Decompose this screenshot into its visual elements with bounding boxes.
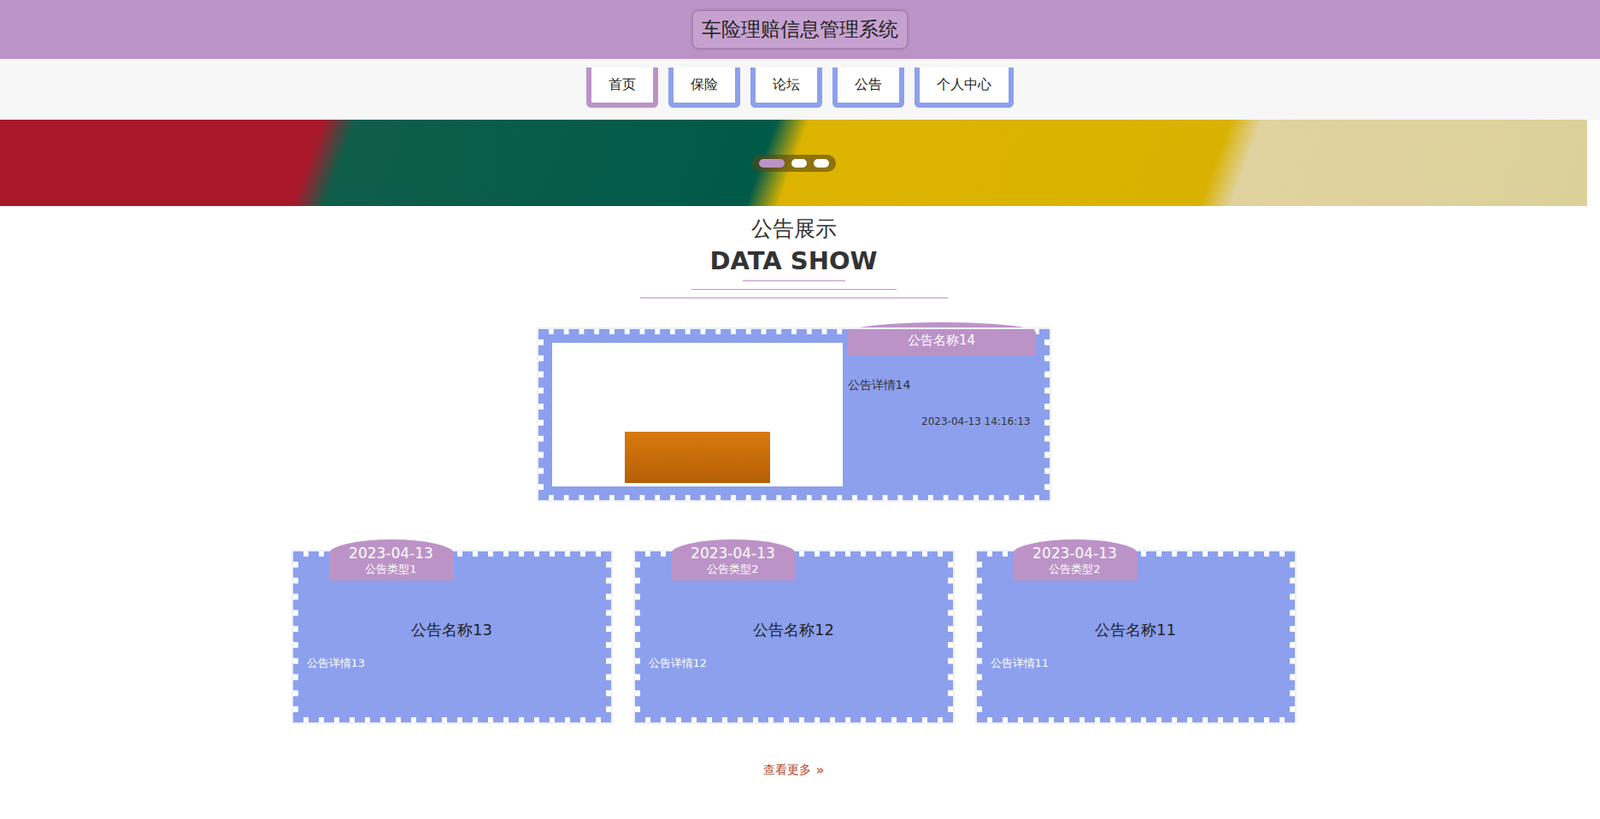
banner-dot[interactable] bbox=[791, 158, 807, 168]
featured-time: 2023-04-13 14:16:13 bbox=[847, 415, 1036, 428]
banner-dots bbox=[752, 154, 836, 172]
header: 车险理赔信息管理系统 bbox=[0, 0, 1600, 59]
notice-type: 公告类型2 bbox=[1012, 561, 1138, 577]
notice-badge: 2023-04-13公告类型1 bbox=[329, 539, 454, 581]
banner[interactable] bbox=[0, 119, 1588, 206]
banner-dot[interactable] bbox=[758, 158, 785, 168]
notice-type: 公告类型1 bbox=[329, 561, 454, 577]
double-arrow-icon: » bbox=[816, 761, 825, 778]
notice-name: 公告名称12 bbox=[648, 619, 940, 641]
notice-section: 公告展示 DATA SHOW 公告名称14 公告详情14 2023-04-13 14:1… bbox=[0, 205, 1588, 804]
featured-detail: 公告详情14 bbox=[847, 377, 1036, 394]
notice-date: 2023-04-13 bbox=[329, 544, 454, 562]
section-subtitle: DATA SHOW bbox=[709, 246, 877, 276]
notice-name: 公告名称11 bbox=[990, 619, 1282, 641]
notice-card[interactable]: 2023-04-13公告类型2公告名称12公告详情12 bbox=[635, 551, 953, 723]
featured-name: 公告名称14 bbox=[847, 322, 1036, 356]
notice-card[interactable]: 2023-04-13公告类型1公告名称13公告详情13 bbox=[293, 551, 612, 723]
nav-button[interactable]: 论坛 bbox=[750, 67, 823, 108]
notice-detail: 公告详情13 bbox=[306, 655, 598, 671]
section-title: 公告展示 bbox=[751, 214, 837, 243]
notice-type: 公告类型2 bbox=[670, 561, 796, 577]
notice-name: 公告名称13 bbox=[306, 619, 598, 641]
notice-badge: 2023-04-13公告类型2 bbox=[1012, 539, 1138, 581]
title-divider bbox=[640, 280, 948, 299]
nav-button[interactable]: 保险 bbox=[668, 67, 741, 108]
more-link[interactable]: 查看更多» bbox=[763, 761, 825, 778]
page: 车险理赔信息管理系统首页保险论坛公告个人中心公告展示DATA SHOW公告名称1… bbox=[0, 0, 1600, 819]
notice-date: 2023-04-13 bbox=[1012, 544, 1138, 562]
nav-button[interactable]: 首页 bbox=[586, 67, 659, 108]
nav-button[interactable]: 个人中心 bbox=[914, 67, 1014, 108]
notice-detail: 公告详情11 bbox=[990, 655, 1282, 671]
banner-dot[interactable] bbox=[813, 158, 830, 168]
notice-badge: 2023-04-13公告类型2 bbox=[670, 539, 796, 581]
nav-button[interactable]: 公告 bbox=[832, 67, 905, 108]
notice-card[interactable]: 2023-04-13公告类型2公告名称11公告详情11 bbox=[976, 551, 1295, 723]
nav-bar: 首页保险论坛公告个人中心 bbox=[0, 58, 1600, 120]
notice-detail: 公告详情12 bbox=[648, 655, 940, 671]
site-title: 车险理赔信息管理系统 bbox=[693, 11, 907, 48]
news-picture bbox=[552, 342, 843, 487]
notice-list: 2023-04-13公告类型1公告名称13公告详情132023-04-13公告类… bbox=[293, 551, 1295, 723]
featured-body: 公告名称14公告详情142023-04-13 14:16:13 bbox=[847, 342, 1036, 487]
featured-notice[interactable]: 公告名称14公告详情142023-04-13 14:16:13 bbox=[538, 329, 1050, 500]
notice-date: 2023-04-13 bbox=[670, 544, 796, 562]
